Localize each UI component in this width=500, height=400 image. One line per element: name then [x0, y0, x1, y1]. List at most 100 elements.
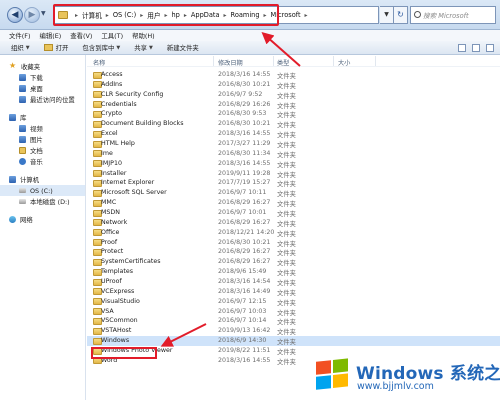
- nav-favorites[interactable]: ★ 收藏夹: [0, 61, 85, 72]
- list-item[interactable]: Proof 2016/8/30 10:21 文件夹: [87, 238, 500, 248]
- preview-pane-icon[interactable]: [472, 44, 480, 52]
- list-item[interactable]: VCExpress 2018/3/16 14:49 文件夹: [87, 287, 500, 297]
- list-item[interactable]: HTML Help 2017/3/27 11:29 文件夹: [87, 139, 500, 149]
- menu-tools[interactable]: 工具(T): [101, 31, 123, 40]
- file-name: Ime: [101, 149, 113, 157]
- column-divider[interactable]: [213, 56, 214, 66]
- list-item[interactable]: UProof 2018/3/16 14:54 文件夹: [87, 277, 500, 287]
- list-item[interactable]: Internet Explorer 2017/7/19 15:27 文件夹: [87, 178, 500, 188]
- star-icon: ★: [9, 61, 17, 70]
- file-name: IMJP10: [101, 159, 122, 167]
- list-item[interactable]: AddIns 2016/8/30 10:21 文件夹: [87, 80, 500, 90]
- list-item[interactable]: Access 2018/3/16 14:55 文件夹: [87, 70, 500, 80]
- list-item[interactable]: Protect 2016/8/29 16:27 文件夹: [87, 247, 500, 257]
- file-date: 2019/8/22 11:51: [218, 347, 271, 355]
- list-item[interactable]: Installer 2019/9/11 19:28 文件夹: [87, 169, 500, 179]
- column-header-name[interactable]: 名称: [93, 58, 105, 67]
- list-item[interactable]: VisualStudio 2016/9/7 12:15 文件夹: [87, 297, 500, 307]
- nav-drive-d[interactable]: 本地磁盘 (D:): [0, 196, 85, 207]
- file-date: 2018/3/16 14:55: [218, 130, 271, 138]
- list-item[interactable]: Office 2018/12/21 14:20 文件夹: [87, 228, 500, 238]
- file-type: 文件夹: [277, 270, 296, 278]
- list-item[interactable]: Windows 2018/6/9 14:30 文件夹: [87, 336, 500, 346]
- nav-computer[interactable]: 计算机: [0, 174, 85, 185]
- file-name: CLR Security Config: [101, 90, 164, 98]
- list-item[interactable]: MSDN 2016/9/7 10:01 文件夹: [87, 208, 500, 218]
- file-type: 文件夹: [277, 319, 296, 327]
- include-in-library-button[interactable]: 包含到库中 ▼: [82, 43, 120, 52]
- nav-desktop[interactable]: 桌面: [0, 83, 85, 94]
- recent-pages-dropdown-icon[interactable]: ▼: [41, 10, 46, 17]
- file-name: Access: [101, 71, 123, 78]
- libraries-icon: [9, 114, 16, 121]
- file-type: 文件夹: [277, 92, 296, 100]
- chevron-right-icon[interactable]: ▸: [305, 12, 308, 19]
- nav-recent-places[interactable]: 最近访问的位置: [0, 94, 85, 105]
- list-item[interactable]: MMC 2016/8/29 16:27 文件夹: [87, 198, 500, 208]
- list-item[interactable]: Templates 2018/9/6 15:49 文件夹: [87, 267, 500, 277]
- forward-button[interactable]: ▶: [24, 7, 40, 23]
- nav-libraries[interactable]: 库: [0, 112, 85, 123]
- menu-bar: 文件(F) 编辑(E) 查看(V) 工具(T) 帮助(H): [0, 30, 500, 41]
- list-item[interactable]: IMJP10 2018/3/16 14:55 文件夹: [87, 159, 500, 169]
- file-date: 2016/9/7 10:14: [218, 317, 267, 325]
- back-button[interactable]: ◀: [7, 7, 23, 23]
- nav-libraries-label: 库: [20, 114, 27, 122]
- menu-help[interactable]: 帮助(H): [132, 31, 155, 40]
- list-item[interactable]: Document Building Blocks 2016/8/30 10:21 文…: [87, 119, 500, 129]
- file-name: Windows: [101, 337, 130, 345]
- nav-documents[interactable]: 文档: [0, 145, 85, 156]
- column-divider[interactable]: [273, 56, 274, 66]
- list-item[interactable]: SystemCertificates 2016/8/29 16:27 文件夹: [87, 257, 500, 267]
- music-icon: [19, 158, 26, 165]
- nav-music[interactable]: 音乐: [0, 156, 85, 167]
- windows-logo-icon: [316, 358, 350, 392]
- list-item[interactable]: CLR Security Config 2016/9/7 9:52 文件夹: [87, 90, 500, 100]
- nav-downloads[interactable]: 下载: [0, 72, 85, 83]
- organize-button[interactable]: 组织 ▼: [11, 43, 30, 52]
- file-date: 2016/9/7 9:52: [218, 90, 263, 98]
- nav-drive-c[interactable]: OS (C:): [0, 185, 85, 196]
- pictures-icon: [19, 136, 26, 143]
- menu-file[interactable]: 文件(F): [9, 31, 30, 40]
- column-header-type[interactable]: 类型: [277, 58, 289, 67]
- column-header-size[interactable]: 大小: [338, 58, 350, 67]
- file-name: Protect: [101, 248, 124, 256]
- menu-view[interactable]: 查看(V): [70, 31, 92, 40]
- chevron-down-icon: ▼: [149, 44, 153, 51]
- nav-pictures[interactable]: 图片: [0, 134, 85, 145]
- recent-places-icon: [19, 96, 26, 103]
- share-button[interactable]: 共享 ▼: [134, 43, 153, 52]
- computer-icon: [9, 176, 16, 183]
- nav-videos[interactable]: 视频: [0, 123, 85, 134]
- column-divider[interactable]: [333, 56, 334, 66]
- help-icon[interactable]: [486, 44, 494, 52]
- file-date: 2016/8/30 11:34: [218, 149, 271, 157]
- list-item[interactable]: Excel 2018/3/16 14:55 文件夹: [87, 129, 500, 139]
- list-item[interactable]: Network 2016/8/29 16:27 文件夹: [87, 218, 500, 228]
- column-header-date[interactable]: 修改日期: [218, 58, 243, 67]
- list-item[interactable]: VSA 2016/9/7 10:03 文件夹: [87, 307, 500, 317]
- network-icon: [9, 216, 16, 223]
- refresh-button[interactable]: ↻: [394, 6, 408, 24]
- list-item[interactable]: Microsoft SQL Server 2016/9/7 10:11 文件夹: [87, 188, 500, 198]
- watermark-url: www.bjjmlv.com: [357, 381, 434, 392]
- search-input[interactable]: 搜索 Microsoft: [410, 6, 496, 24]
- downloads-icon: [19, 74, 26, 81]
- file-name: VSCommon: [101, 317, 138, 325]
- list-item[interactable]: VSTAHost 2019/9/13 16:42 文件夹: [87, 326, 500, 336]
- nav-network[interactable]: 网络: [0, 214, 85, 225]
- list-item[interactable]: Crypto 2016/8/30 9:53 文件夹: [87, 109, 500, 119]
- list-item[interactable]: VSCommon 2016/9/7 10:14 文件夹: [87, 316, 500, 326]
- file-type: 文件夹: [277, 73, 296, 80]
- column-divider[interactable]: [375, 56, 376, 66]
- list-item[interactable]: Credentials 2016/8/29 16:26 文件夹: [87, 100, 500, 110]
- address-history-dropdown[interactable]: ▼: [380, 6, 394, 24]
- list-item[interactable]: Ime 2016/8/30 11:34 文件夹: [87, 149, 500, 159]
- view-options-icon[interactable]: [458, 44, 466, 52]
- file-date: 2016/8/29 16:27: [218, 258, 271, 266]
- new-folder-button[interactable]: 新建文件夹: [167, 43, 199, 52]
- chevron-down-icon: ▼: [116, 44, 121, 51]
- menu-edit[interactable]: 编辑(E): [39, 31, 61, 40]
- open-button[interactable]: 打开: [43, 43, 68, 52]
